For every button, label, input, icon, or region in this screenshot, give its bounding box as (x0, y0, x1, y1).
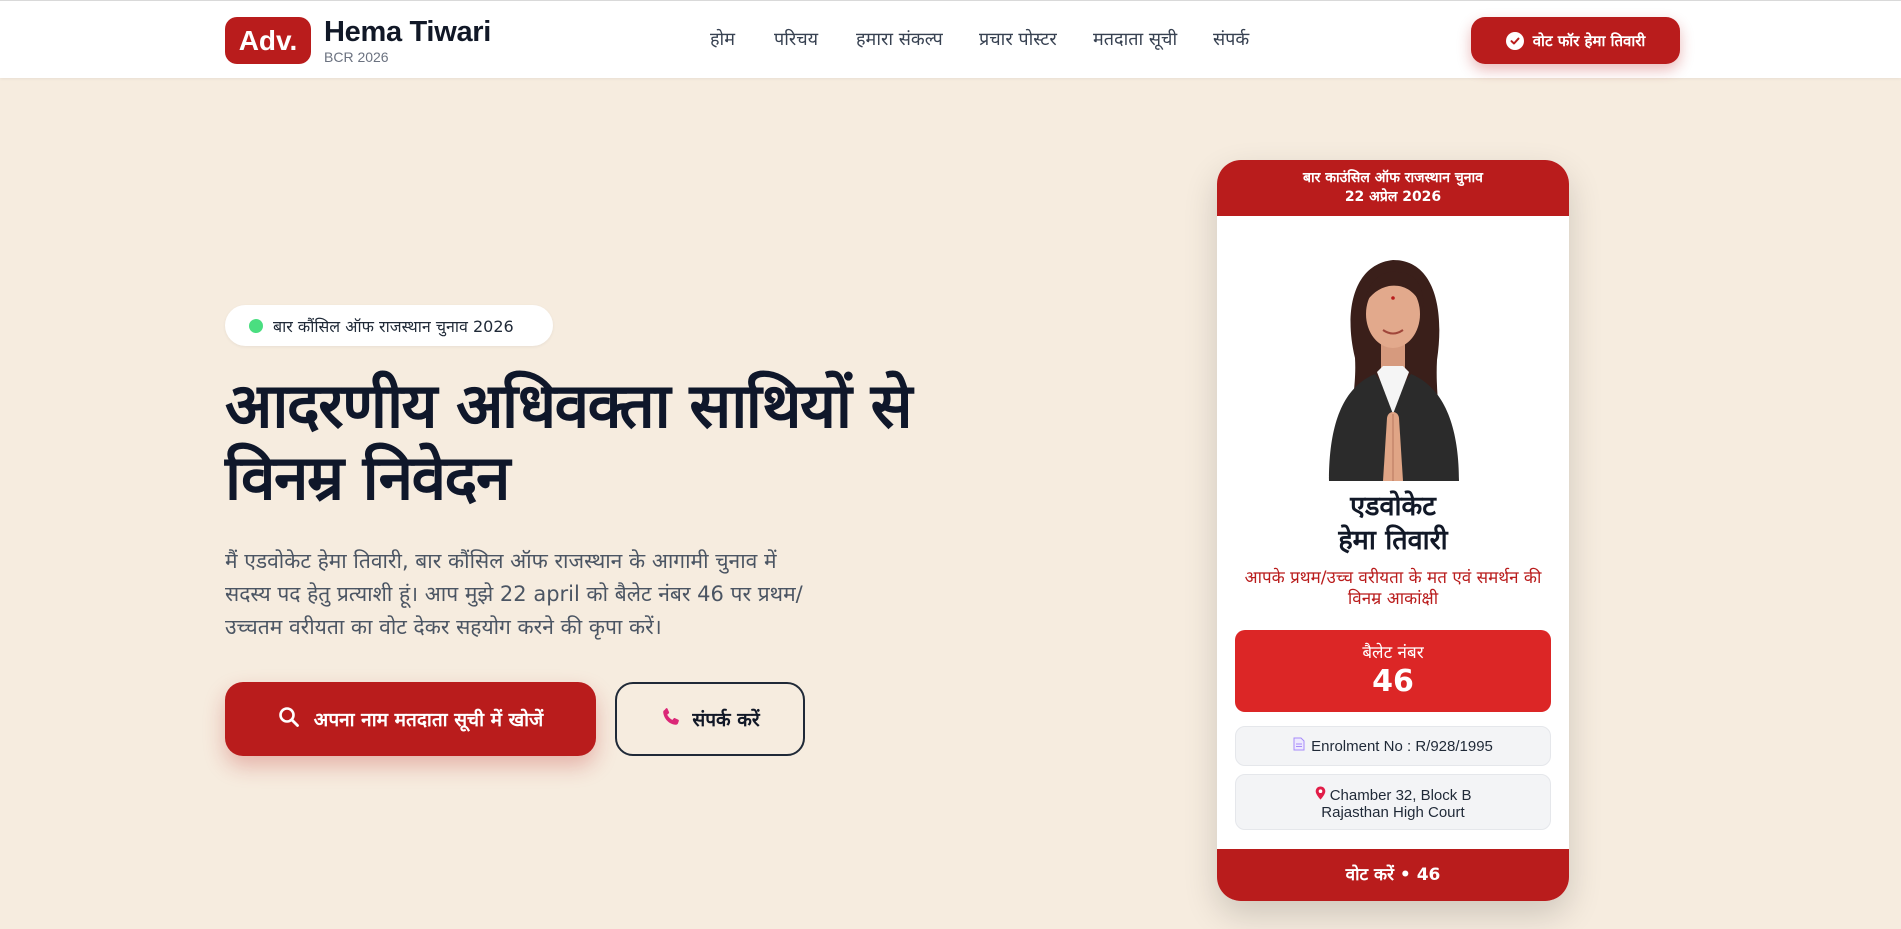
search-voter-list-label: अपना नाम मतदाता सूची में खोजें (313, 709, 544, 731)
enrolment-box: Enrolment No : R/928/1995 (1235, 726, 1551, 766)
hero-title: आदरणीय अधिवक्ता साथियों से विनम्र निवेदन (225, 370, 1105, 514)
address-line-2: Rajasthan High Court (1321, 804, 1465, 821)
nav-item-home[interactable]: होम (710, 27, 735, 51)
phone-icon (660, 706, 682, 733)
ballot-number-value: 46 (1372, 664, 1414, 699)
candidate-appeal-line-2: विनम्र आकांक्षी (1347, 589, 1439, 609)
candidate-name-block: एडवोकेट हेमा तिवारी (1217, 490, 1569, 558)
hero-desc-line-2: सदस्य पद हेतु प्रत्याशी हूं। आप मुझे 22 … (225, 582, 803, 606)
nav-item-contact[interactable]: संपर्क (1213, 27, 1249, 51)
hero-description: मैं एडवोकेट हेमा तिवारी, बार कौंसिल ऑफ र… (225, 545, 845, 644)
address-box: Chamber 32, Block B Rajasthan High Court (1235, 774, 1551, 830)
ballot-number-label: बैलेट नंबर (1362, 643, 1424, 663)
card-vote-footer: वोट करें • 46 (1217, 849, 1569, 901)
location-pin-icon (1315, 786, 1330, 804)
status-dot-icon (249, 318, 263, 333)
brand-name[interactable]: Hema Tiwari (324, 16, 491, 49)
nav-item-about[interactable]: परिचय (774, 27, 818, 51)
logo-badge[interactable]: Adv. (225, 17, 311, 64)
candidate-role: एडवोकेट (1350, 491, 1436, 522)
candidate-appeal-line-1: आपके प्रथम/उच्च वरीयता के मत एवं समर्थन … (1244, 568, 1542, 588)
site-header: Adv. Hema Tiwari BCR 2026 होम परिचय हमार… (0, 0, 1901, 78)
enrolment-number: Enrolment No : R/928/1995 (1311, 737, 1493, 755)
hero-title-line-2: विनम्र निवेदन (225, 441, 510, 514)
nav-item-posters[interactable]: प्रचार पोस्टर (979, 27, 1057, 51)
election-badge: बार कौंसिल ऑफ राजस्थान चुनाव 2026 (225, 305, 553, 346)
document-icon (1293, 737, 1305, 755)
hero-desc-line-1: मैं एडवोकेट हेमा तिवारी, बार कौंसिल ऑफ र… (225, 549, 777, 573)
hero-desc-line-3: उच्चतम वरीयता का वोट देकर सहयोग करने की … (225, 615, 662, 639)
nav-item-resolve[interactable]: हमारा संकल्प (856, 27, 943, 51)
candidate-appeal: आपके प्रथम/उच्च वरीयता के मत एवं समर्थन … (1235, 568, 1551, 610)
candidate-photo (1293, 238, 1493, 481)
contact-button-label: संपर्क करें (692, 709, 760, 731)
candidate-name: हेमा तिवारी (1338, 525, 1448, 556)
card-header: बार काउंसिल ऑफ राजस्थान चुनाव 22 अप्रेल … (1217, 160, 1569, 216)
nav-item-voter-list[interactable]: मतदाता सूची (1093, 27, 1177, 51)
vote-for-button[interactable]: वोट फॉर हेमा तिवारी (1471, 17, 1680, 64)
brand-subtitle: BCR 2026 (324, 49, 389, 65)
vote-for-label: वोट फॉर हेमा तिवारी (1532, 31, 1646, 50)
address-line-1: Chamber 32, Block B (1236, 786, 1550, 804)
check-circle-icon (1505, 31, 1524, 50)
contact-button[interactable]: संपर्क करें (615, 682, 805, 756)
hero-title-line-1: आदरणीय अधिवक्ता साथियों से (225, 369, 912, 442)
card-header-line-2: 22 अप्रेल 2026 (1344, 189, 1442, 205)
election-badge-label: बार कौंसिल ऑफ राजस्थान चुनाव 2026 (273, 316, 514, 336)
address-line-1-text: Chamber 32, Block B (1329, 787, 1472, 804)
card-header-line-1: बार काउंसिल ऑफ राजस्थान चुनाव (1303, 170, 1483, 186)
ballot-number-box: बैलेट नंबर 46 (1235, 630, 1551, 712)
candidate-card: बार काउंसिल ऑफ राजस्थान चुनाव 22 अप्रेल … (1217, 160, 1569, 901)
search-voter-list-button[interactable]: अपना नाम मतदाता सूची में खोजें (225, 682, 596, 756)
search-icon (278, 706, 300, 733)
